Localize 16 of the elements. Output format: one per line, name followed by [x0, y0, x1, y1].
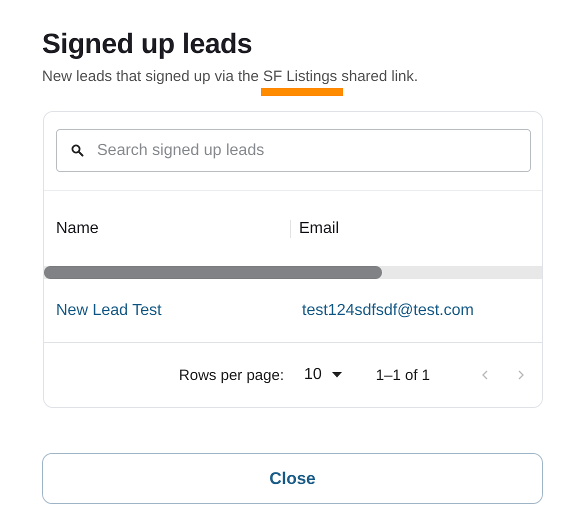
lead-email-link[interactable]: test124sdfsdf@test.com — [302, 302, 474, 318]
scrollbar-track[interactable] — [44, 266, 542, 279]
caret-icon — [332, 372, 342, 378]
scrollbar-thumb[interactable] — [44, 266, 382, 279]
rows-per-page-select[interactable]: 10 — [304, 366, 342, 384]
dialog-title: Signed up leads — [42, 28, 254, 60]
dialog-subtitle: New leads that signed up via the SF Listings shared link. — [42, 68, 543, 85]
column-header[interactable]: Name — [56, 220, 99, 236]
chevron-right-icon — [518, 370, 524, 380]
rows-per-page-label: Rows per page: — [178, 366, 284, 384]
column-header[interactable]: Email — [299, 220, 340, 236]
lead-name-link[interactable]: New Lead Test — [56, 302, 162, 318]
chevron-left-icon — [482, 370, 488, 380]
close-button[interactable]: Close — [42, 453, 543, 504]
search-field[interactable]: Search signed up leads — [56, 129, 531, 172]
page-range: 1–1 of 1 — [376, 366, 430, 384]
